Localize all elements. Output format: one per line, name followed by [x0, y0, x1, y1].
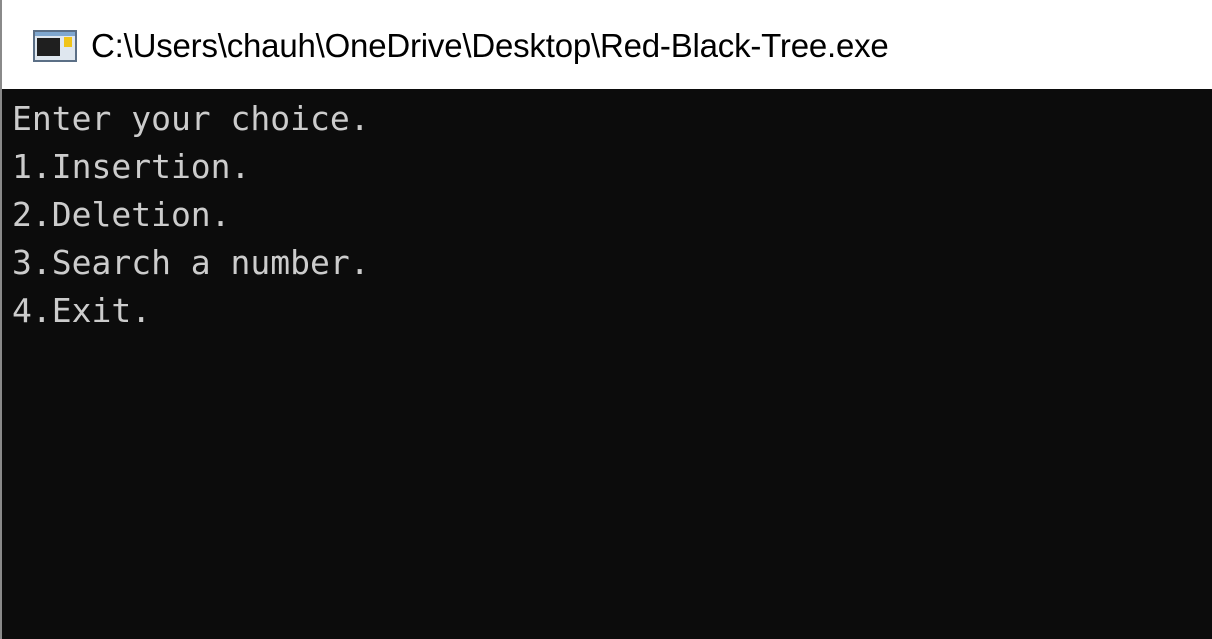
- console-line-option-exit: 4.Exit.: [12, 291, 152, 330]
- console-output-area[interactable]: Enter your choice. 1.Insertion. 2.Deleti…: [2, 89, 1212, 639]
- title-bar[interactable]: C:\Users\chauh\OneDrive\Desktop\Red-Blac…: [2, 0, 1212, 89]
- window-title: C:\Users\chauh\OneDrive\Desktop\Red-Blac…: [91, 27, 889, 64]
- app-icon-bar: [35, 32, 75, 36]
- console-line-option-deletion: 2.Deletion.: [12, 195, 231, 234]
- console-line-option-insertion: 1.Insertion.: [12, 147, 251, 186]
- app-icon-screen: [37, 38, 60, 56]
- console-line-option-search: 3.Search a number.: [12, 243, 370, 282]
- app-icon-tag: [64, 37, 72, 47]
- console-app-icon[interactable]: [33, 30, 77, 62]
- console-window: C:\Users\chauh\OneDrive\Desktop\Red-Blac…: [0, 0, 1212, 639]
- console-line-prompt: Enter your choice.: [12, 99, 370, 138]
- console-lines: Enter your choice. 1.Insertion. 2.Deleti…: [12, 95, 370, 335]
